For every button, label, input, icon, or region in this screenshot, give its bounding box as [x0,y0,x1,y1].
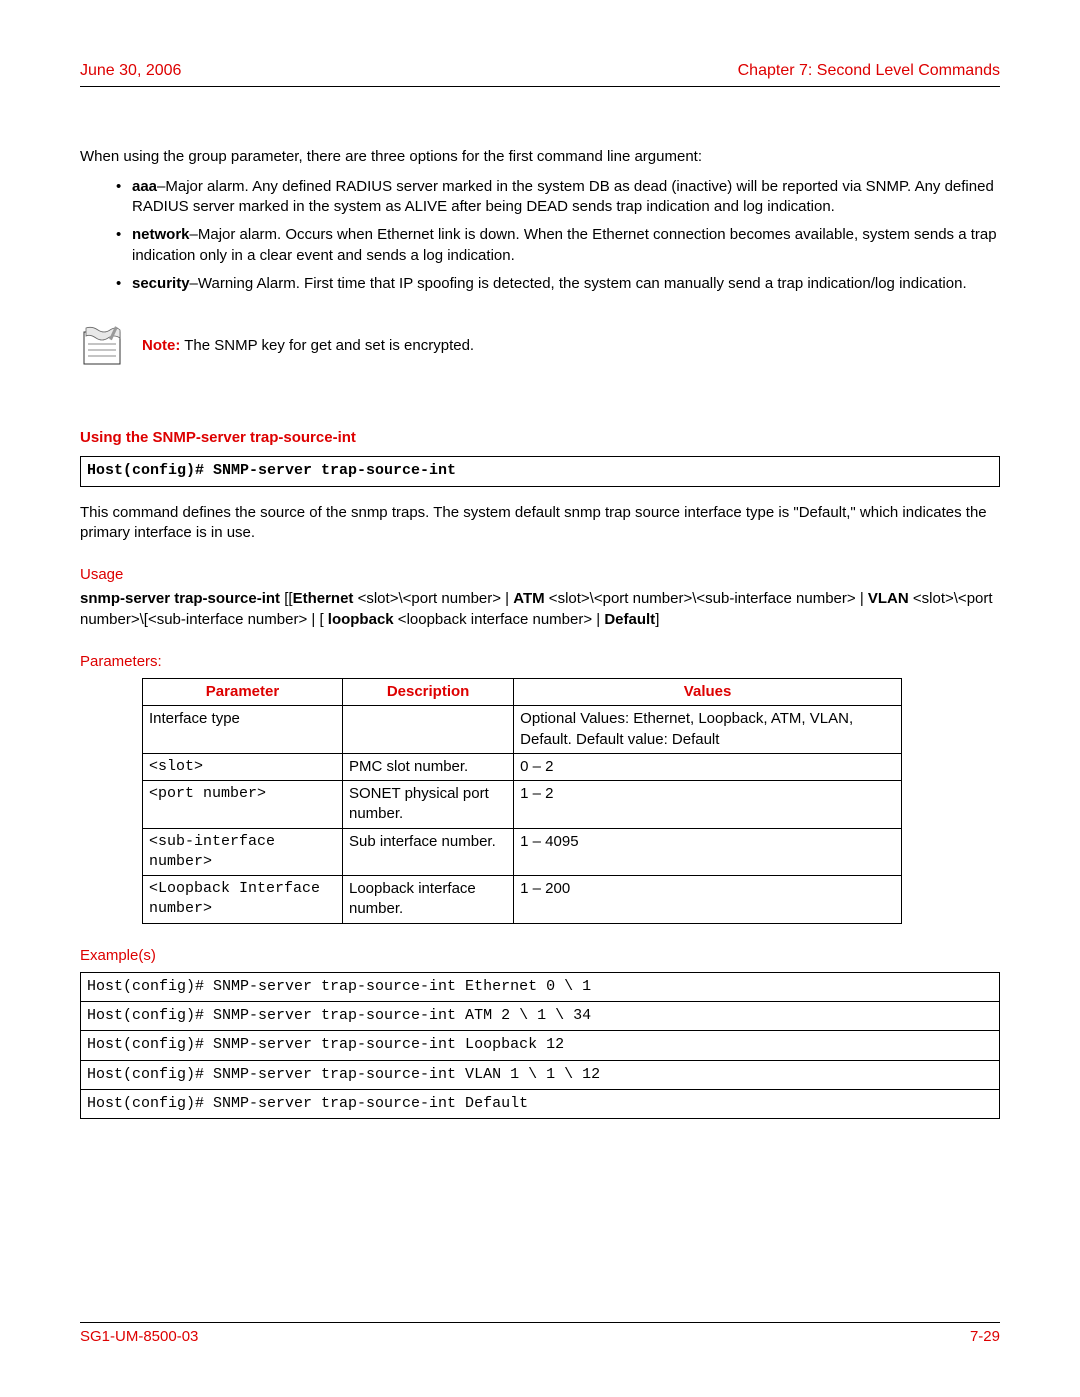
cell-desc [343,706,514,754]
page-footer: SG1-UM-8500-03 7-29 [80,1322,1000,1347]
intro-text: When using the group parameter, there ar… [80,147,1000,167]
note-body: The SNMP key for get and set is encrypte… [180,337,474,354]
cell-param: <port number> [143,781,343,829]
footer-doc-id: SG1-UM-8500-03 [80,1327,198,1347]
cell-desc: PMC slot number. [343,753,514,780]
usage-vlan: VLAN [868,590,909,607]
usage-text: <slot>\<port number> | [353,590,513,607]
parameters-label: Parameters: [80,652,1000,672]
col-values: Values [514,679,902,706]
usage-ethernet: Ethernet [293,590,354,607]
usage-loopback: loopback [328,611,394,628]
example-line: Host(config)# SNMP-server trap-source-in… [81,1090,999,1118]
option-label: network [132,226,190,243]
usage-text: ] [655,611,659,628]
examples-box: Host(config)# SNMP-server trap-source-in… [80,972,1000,1119]
cell-desc: Sub interface number. [343,828,514,876]
table-row: <Loopback Interface number> Loopback int… [143,876,902,924]
usage-label: Usage [80,565,1000,585]
cell-values: 1 – 200 [514,876,902,924]
cell-desc: Loopback interface number. [343,876,514,924]
command-description: This command defines the source of the s… [80,503,1000,544]
usage-text: [[ [284,590,292,607]
list-item: network–Major alarm. Occurs when Etherne… [116,225,1000,266]
option-text: –Warning Alarm. First time that IP spoof… [190,275,967,292]
cell-param: <slot> [143,753,343,780]
cell-values: 1 – 2 [514,781,902,829]
note-text: Note: The SNMP key for get and set is en… [142,336,474,356]
usage-cmd: snmp-server trap-source-int [80,590,280,607]
page-header: June 30, 2006 Chapter 7: Second Level Co… [80,60,1000,87]
usage-syntax: snmp-server trap-source-int [[Ethernet <… [80,589,1000,630]
note-block: Note: The SNMP key for get and set is en… [80,324,1000,368]
cell-param: <Loopback Interface number> [143,876,343,924]
cell-desc: SONET physical port number. [343,781,514,829]
note-label: Note: [142,337,180,354]
cell-values: 1 – 4095 [514,828,902,876]
usage-text: <loopback interface number> | [394,611,605,628]
table-row: <slot> PMC slot number. 0 – 2 [143,753,902,780]
table-row: <sub-interface number> Sub interface num… [143,828,902,876]
option-text: –Major alarm. Occurs when Ethernet link … [132,226,997,263]
parameters-table: Parameter Description Values Interface t… [142,678,902,924]
command-box: Host(config)# SNMP-server trap-source-in… [80,456,1000,486]
options-list: aaa–Major alarm. Any defined RADIUS serv… [116,177,1000,294]
col-description: Description [343,679,514,706]
table-header-row: Parameter Description Values [143,679,902,706]
section-title: Using the SNMP-server trap-source-int [80,428,1000,448]
usage-text: <slot>\<port number>\<sub-interface numb… [545,590,868,607]
usage-atm: ATM [513,590,544,607]
example-line: Host(config)# SNMP-server trap-source-in… [81,973,999,1002]
table-row: <port number> SONET physical port number… [143,781,902,829]
cell-param: <sub-interface number> [143,828,343,876]
example-line: Host(config)# SNMP-server trap-source-in… [81,1002,999,1031]
option-label: security [132,275,190,292]
header-chapter: Chapter 7: Second Level Commands [738,60,1000,82]
example-line: Host(config)# SNMP-server trap-source-in… [81,1061,999,1090]
option-label: aaa [132,178,157,195]
list-item: aaa–Major alarm. Any defined RADIUS serv… [116,177,1000,218]
usage-default: Default [604,611,655,628]
cell-param: Interface type [143,706,343,754]
notepad-icon [80,324,124,368]
cell-values: 0 – 2 [514,753,902,780]
list-item: security–Warning Alarm. First time that … [116,274,1000,294]
header-date: June 30, 2006 [80,60,181,82]
footer-page-num: 7-29 [970,1327,1000,1347]
example-line: Host(config)# SNMP-server trap-source-in… [81,1031,999,1060]
col-parameter: Parameter [143,679,343,706]
cell-values: Optional Values: Ethernet, Loopback, ATM… [514,706,902,754]
option-text: –Major alarm. Any defined RADIUS server … [132,178,994,215]
table-row: Interface type Optional Values: Ethernet… [143,706,902,754]
examples-label: Example(s) [80,946,1000,966]
